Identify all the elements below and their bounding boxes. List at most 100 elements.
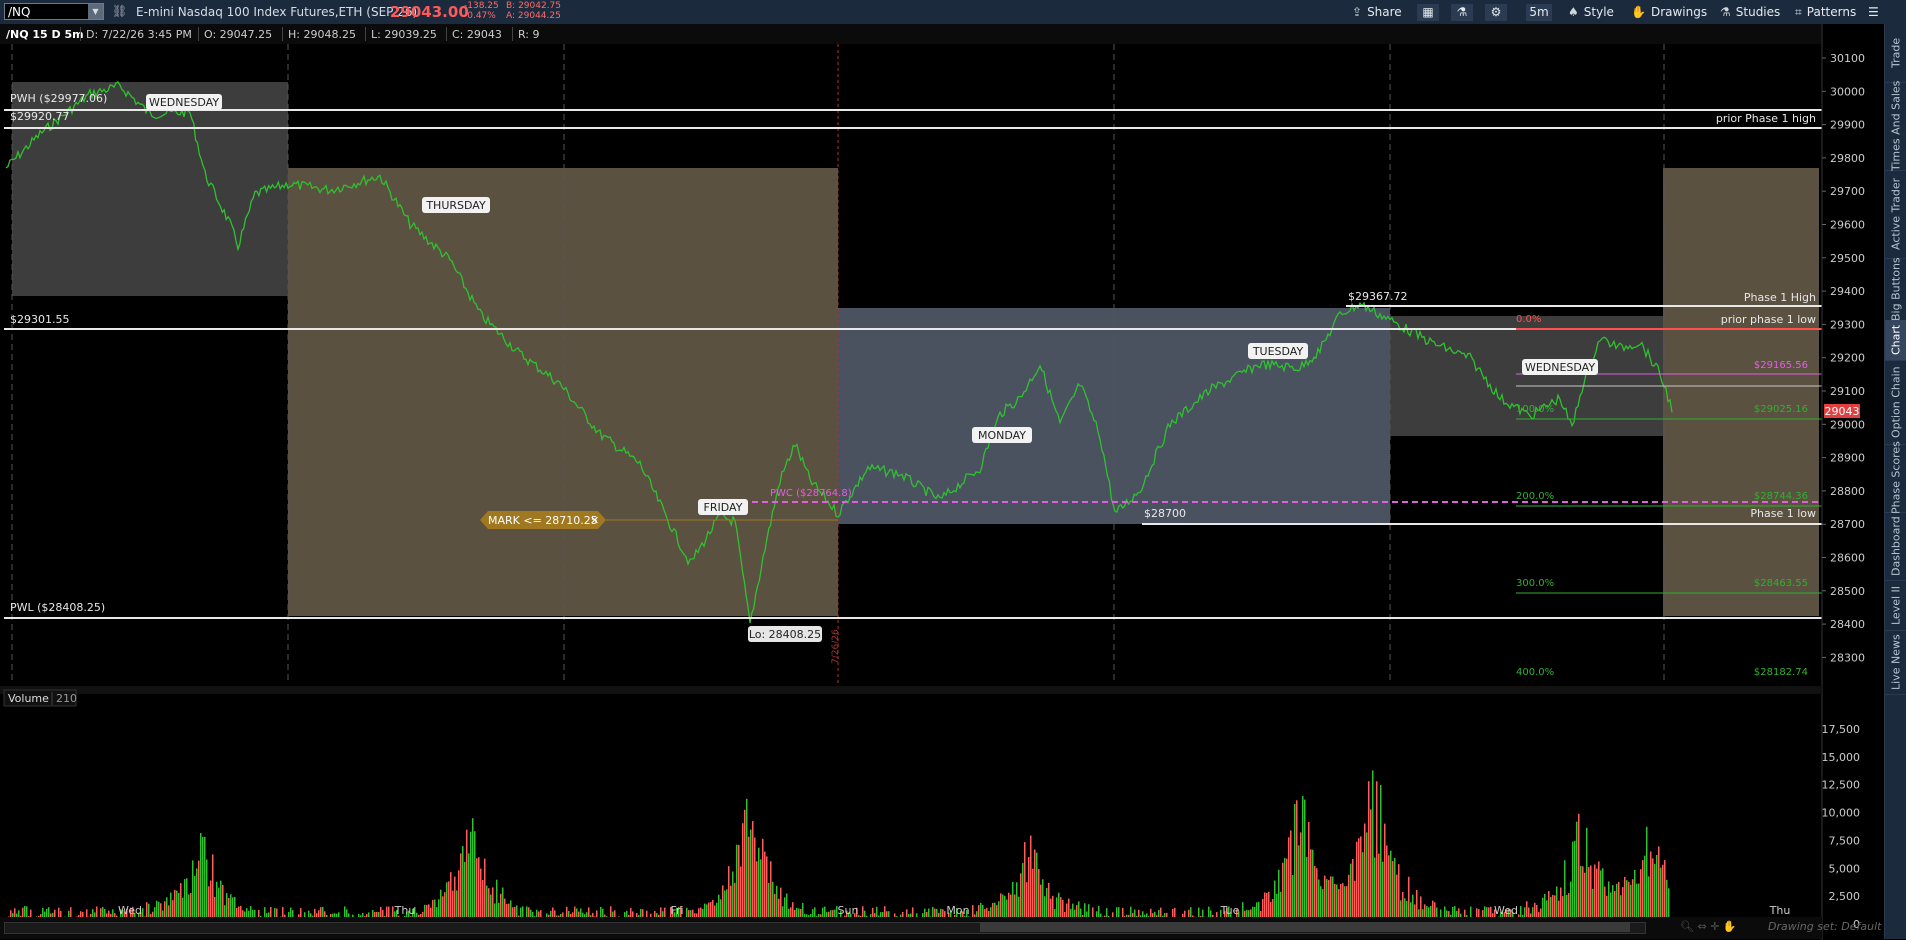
right-sidebar: Trade Times And Sales Active Trader Big But… [1884,24,1906,939]
volume-bar [1652,858,1654,924]
price-tick-label: 29400 [1830,285,1865,298]
fib-300-label: 300.0% [1516,578,1554,589]
sidebar-tab-chart[interactable]: Chart [1885,320,1906,361]
volume-tick-label: 7,500 [1829,834,1861,847]
volume-bar [464,861,466,924]
scrollbar-thumb[interactable] [980,922,1630,932]
volume-label[interactable]: Volume [8,692,49,705]
interval-button[interactable]: 5m [1526,4,1552,21]
volume-bar [1654,863,1656,924]
zoom-icon[interactable]: 🔍︎ [1680,920,1694,933]
pane-divider[interactable] [0,686,1822,694]
volume-bar [458,870,460,924]
ask-value: A: 29044.25 [506,11,561,21]
volume-bar [460,853,462,924]
pwc-label: PWC ($28764.8) [770,488,852,499]
current-price-label: 29043 [1825,405,1860,418]
style-icon: ♠ [1568,5,1579,19]
drawing-set-label[interactable]: Drawing set: Default [1768,920,1881,933]
phase1-low-label: Phase 1 low [1750,507,1816,520]
volume-bar [1286,858,1288,924]
price-tick-label: 28300 [1830,651,1865,664]
time-tick-label: Fri [670,904,683,917]
volume-bar [1350,863,1352,924]
sidebar-tab-active-trader[interactable]: Active Trader [1885,170,1906,259]
sidebar-tab-level-ii[interactable]: Level II [1885,580,1906,631]
volume-bar [1582,866,1584,924]
settings-button[interactable]: ⚙ [1485,4,1507,21]
sidebar-tab-phase-scores[interactable]: Phase Scores [1885,442,1906,514]
volume-bar [1288,837,1290,924]
volume-bar [474,831,476,924]
time-tick-label: Thu [394,904,416,917]
sidebar-tab-times-and-sales[interactable]: Times And Sales [1885,81,1906,171]
volume-bar [1602,868,1604,924]
price-tick-label: 29900 [1830,119,1865,132]
volume-bar [1590,865,1592,924]
volume-bar [762,838,764,924]
drawings-label: Drawings [1650,5,1708,19]
volume-bar [1650,851,1652,924]
link-icon[interactable]: ⛓ [112,4,127,18]
volume-bar [1576,821,1578,924]
lab-button[interactable]: ⚗ [1451,4,1473,21]
volume-bar [1390,850,1392,924]
menu-icon: ☰ [1868,5,1879,19]
share-button[interactable]: ⇪ Share [1352,4,1402,21]
volume-bar [462,846,464,924]
volume-bar [1664,860,1666,924]
sidebar-tab-option-chain[interactable]: Option Chain [1885,360,1906,445]
style-button[interactable]: ♠ Style [1568,4,1614,21]
pwl-label: PWL ($28408.25) [10,601,105,614]
price-chart[interactable]: PWH ($29977.06) $29920.77 prior Phase 1 … [0,24,1884,940]
volume-bar [1312,849,1314,924]
studies-button[interactable]: ⚗ Studies [1720,4,1780,21]
day-box-thursday-friday [288,168,838,616]
volume-bar [1588,867,1590,924]
date-marker-label: 7/26/26 [831,629,841,664]
top-toolbar: /NQ ▼ ⛓ E-mini Nasdaq 100 Index Futures,… [0,0,1906,25]
volume-bar [750,829,752,924]
volume-bar [744,809,746,924]
volume-bar [1598,861,1600,924]
volume-bar [1644,855,1646,924]
sidebar-tab-live-news[interactable]: Live News [1885,630,1906,695]
hand-icon: ✋ [1631,5,1646,19]
crosshair-icon[interactable]: ✛ [1710,920,1719,933]
day-box-wednesday-2 [1390,316,1666,436]
share-label: Share [1367,5,1402,19]
volume-bar [1658,846,1660,924]
volume-bars [6,770,1670,924]
volume-bar [1594,864,1596,924]
menu-button[interactable]: ☰ [1868,4,1879,21]
chevron-down-icon[interactable]: ▼ [88,4,103,19]
hand-icon[interactable]: ✋ [1723,920,1737,933]
price-axis[interactable]: 30100 30000 29900 29800 29700 29600 29500 29400… [1822,52,1865,664]
flexible-grid-button[interactable]: ▦ [1417,4,1439,21]
volume-bar [1314,866,1316,924]
volume-axis[interactable]: 17,50015,00012,50010,0007,5005,0002,5000 [1822,723,1861,931]
sidebar-tab-big-buttons[interactable]: Big Buttons [1885,257,1906,321]
day-label-friday: FRIDAY [704,501,743,514]
price-tick-label: 29000 [1830,418,1865,431]
close-icon[interactable]: ✕ [590,514,599,527]
volume-tick-label: 10,000 [1822,807,1861,820]
sidebar-tab-trade[interactable]: Trade [1885,24,1906,83]
volume-bar [1662,864,1664,924]
price-tick-label: 29800 [1830,152,1865,165]
price-tick-label: 28700 [1830,518,1865,531]
drawings-button[interactable]: ✋ Drawings [1631,4,1707,21]
volume-bar [1394,857,1396,924]
patterns-button[interactable]: ⌗ Patterns [1795,4,1856,21]
pan-icon[interactable]: ⇔ [1697,920,1706,933]
volume-bar [1634,870,1636,924]
volume-bar [1600,870,1602,924]
studies-label: Studies [1735,5,1781,19]
sidebar-tab-dashboard[interactable]: Dashboard [1885,512,1906,581]
volume-bar [1358,838,1360,924]
volume-bar [202,837,204,924]
volume-bar [1028,857,1030,924]
price-tick-label: 29600 [1830,219,1865,232]
volume-bar [1310,849,1312,924]
price-tick-label: 30100 [1830,52,1865,65]
